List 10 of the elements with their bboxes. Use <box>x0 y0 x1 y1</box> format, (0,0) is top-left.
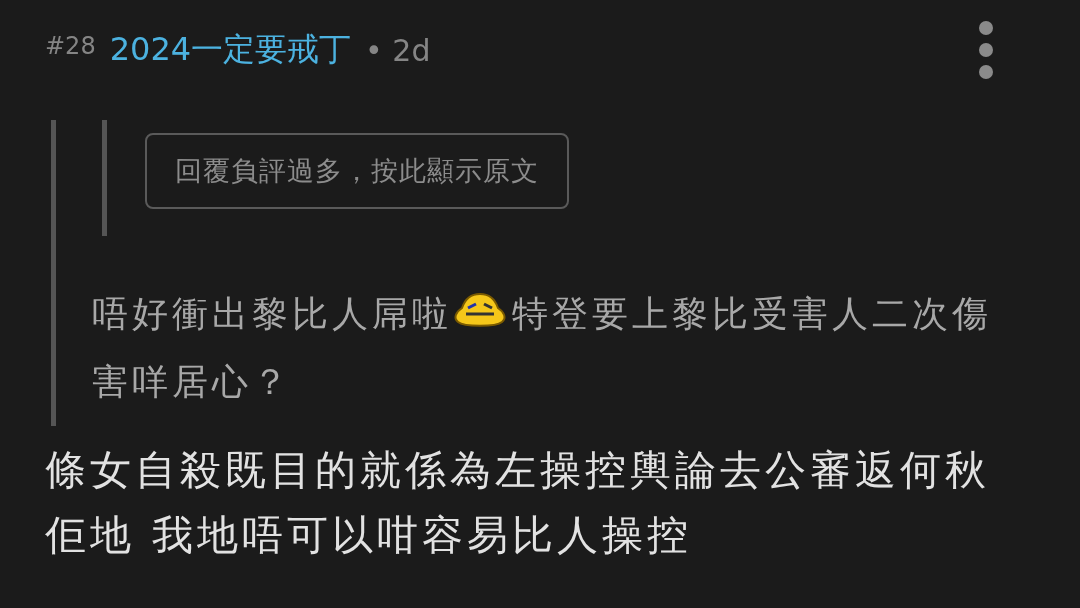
quote-text: 唔好衝出黎比人屌啦 <box>92 293 452 334</box>
username-link[interactable]: 2024一定要戒丁 <box>109 28 352 72</box>
emoji-icon <box>452 290 508 330</box>
show-original-button[interactable]: 回覆負評過多，按此顯示原文 <box>145 133 569 209</box>
more-icon[interactable] <box>978 20 994 80</box>
quote-text: 特登要上黎比受害人二次傷 <box>512 293 992 334</box>
post-number: #28 <box>45 32 96 60</box>
post-time: • 2d <box>365 32 431 68</box>
post-body-text: 條女自殺既目的就係為左操控輿論去公審返何秋佢地 我地唔可以咁容易比人操控 <box>45 445 991 561</box>
quote-text: 害咩居心？ <box>92 361 292 402</box>
